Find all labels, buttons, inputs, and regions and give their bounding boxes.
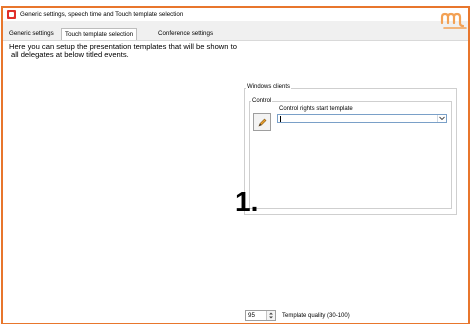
intro-text: Here you can setup the presentation temp… [9,43,237,59]
pencil-icon [258,118,267,127]
tab-bar: Generic settings Touch template selectio… [3,28,468,41]
tab-conference-settings[interactable]: Conference settings [155,28,216,40]
intro-line-2: all delegates at below titled events. [11,50,129,59]
window-title: Generic settings, speech time and Touch … [20,11,184,18]
title-bar: Generic settings, speech time and Touch … [3,8,468,21]
control-group: Control Control rights start template [249,97,452,209]
tab-content: Here you can setup the presentation temp… [3,40,468,323]
tab-generic-settings[interactable]: Generic settings [6,28,57,40]
control-label: Control [251,97,273,105]
control-rights-start-template-label: Control rights start template [279,106,353,112]
text-cursor [280,116,281,122]
template-quality-label: Template quality (30-100) [282,313,350,319]
up-down-arrows-icon [269,312,273,319]
control-rights-start-template-select[interactable] [277,114,447,123]
chevron-down-icon [439,116,445,121]
app-icon [7,10,16,19]
windows-clients-group: Windows clients Control Control rights s… [244,83,457,215]
template-quality-spinner[interactable]: 95 [245,310,276,321]
dropdown-button[interactable] [437,115,446,122]
template-quality-value: 95 [248,312,255,319]
spinner-buttons[interactable] [266,311,275,320]
settings-window: Generic settings, speech time and Touch … [1,6,470,324]
windows-clients-label: Windows clients [246,83,292,91]
edit-template-button[interactable] [253,113,271,131]
step-annotation: 1. [235,186,259,217]
